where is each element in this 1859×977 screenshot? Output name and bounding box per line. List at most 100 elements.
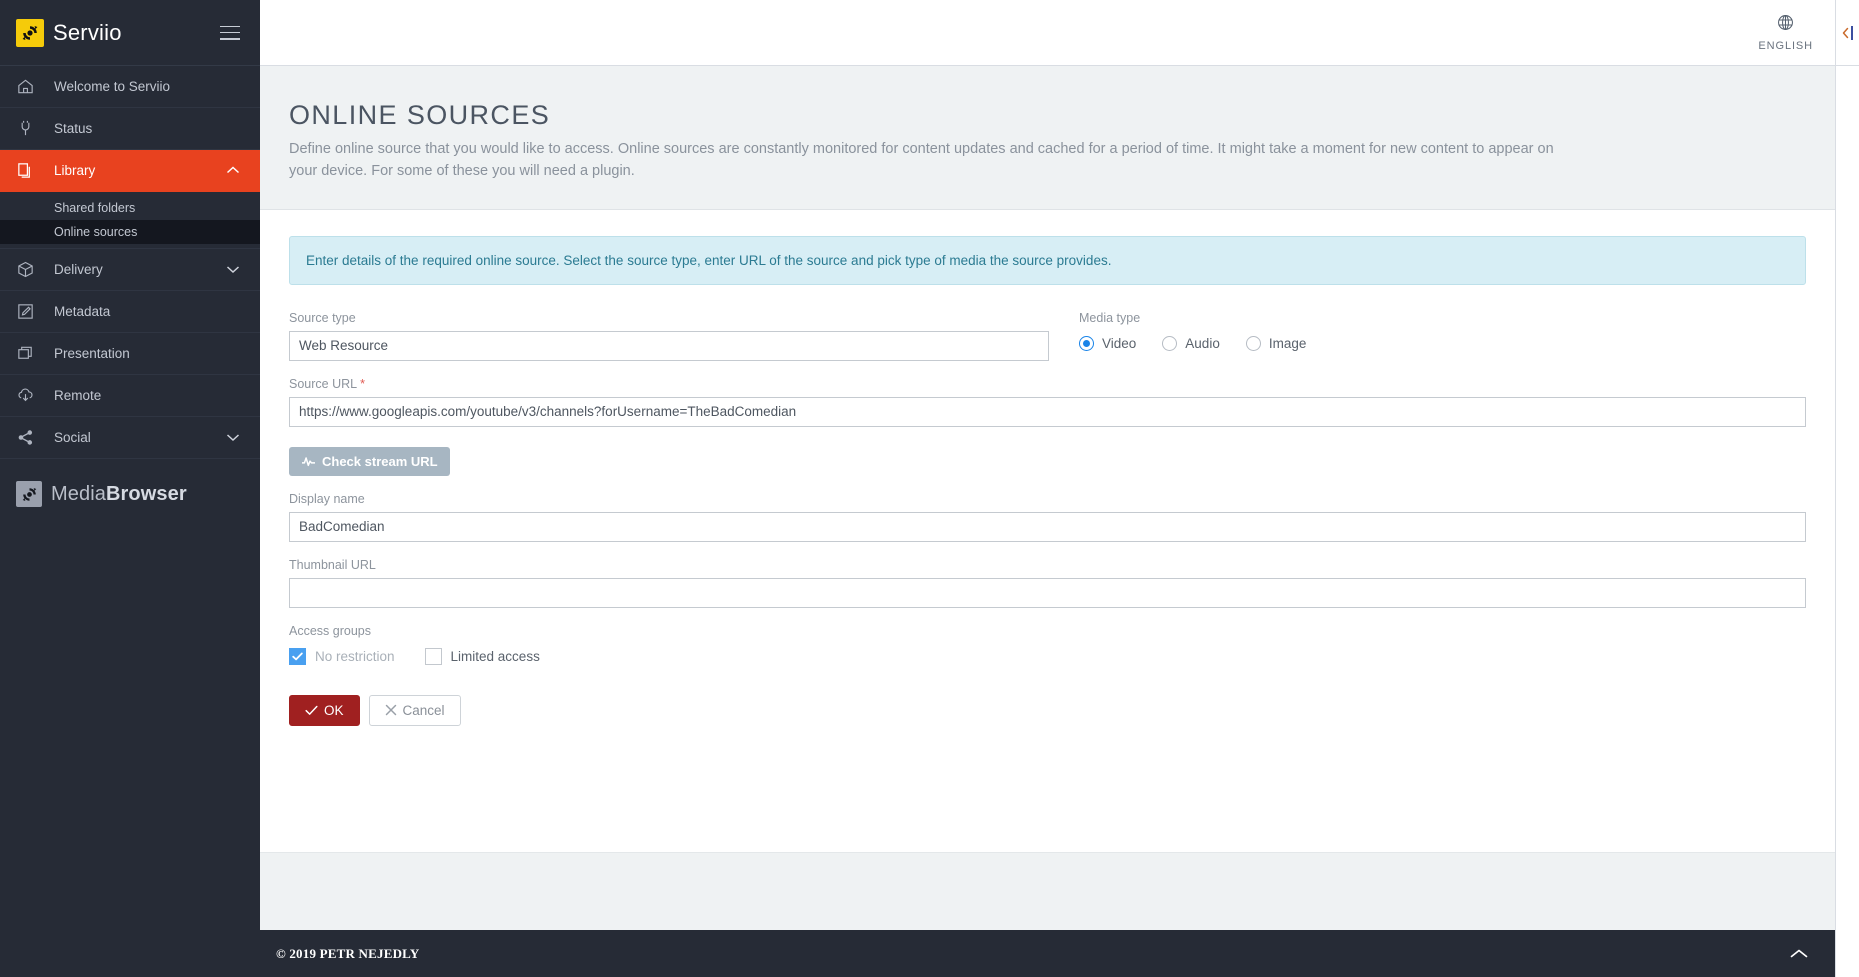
mediabrowser-link[interactable]: MediaBrowser bbox=[0, 459, 260, 529]
sidebar-spacer bbox=[0, 529, 260, 977]
content-area: Enter details of the required online sou… bbox=[260, 209, 1835, 852]
pulse-icon bbox=[301, 455, 316, 468]
chevron-down-icon bbox=[226, 430, 240, 445]
media-type-label: Media type bbox=[1079, 310, 1141, 325]
plug-icon bbox=[16, 119, 40, 138]
radio-label: Video bbox=[1102, 335, 1137, 351]
x-icon bbox=[385, 704, 397, 716]
pencil-square-icon bbox=[16, 302, 40, 321]
sidebar: Serviio Welcome to Serviio Status Librar… bbox=[0, 0, 260, 977]
radio-icon bbox=[1079, 335, 1094, 351]
sidebar-item-label: Social bbox=[54, 430, 91, 445]
right-rail-body bbox=[1836, 66, 1859, 977]
media-type-radio-group: Video Audio Image bbox=[1079, 331, 1806, 351]
main-area: ENGLISH ONLINE SOURCES Define online sou… bbox=[260, 0, 1835, 977]
media-type-option-image[interactable]: Image bbox=[1245, 335, 1306, 351]
sidebar-item-label: Delivery bbox=[54, 262, 103, 277]
source-url-field: Source URL * bbox=[289, 377, 1806, 427]
sidebar-item-label: Remote bbox=[54, 388, 102, 403]
library-icon bbox=[16, 161, 40, 180]
access-groups-field: Access groups No restriction Limited acc… bbox=[289, 624, 1806, 665]
scroll-to-top-button[interactable] bbox=[1789, 948, 1809, 960]
sidebar-item-library[interactable]: Library bbox=[0, 150, 260, 192]
sidebar-item-status[interactable]: Status bbox=[0, 108, 260, 150]
radio-icon bbox=[1162, 335, 1178, 351]
chevron-down-icon bbox=[226, 262, 240, 277]
cancel-button[interactable]: Cancel bbox=[368, 694, 461, 726]
library-subnav: Shared folders Online sources bbox=[0, 192, 260, 249]
media-type-option-audio[interactable]: Audio bbox=[1162, 335, 1220, 351]
display-name-input[interactable] bbox=[289, 511, 1806, 542]
language-selector[interactable]: ENGLISH bbox=[1736, 13, 1835, 52]
display-name-label: Display name bbox=[289, 491, 365, 506]
check-stream-url-label: Check stream URL bbox=[322, 453, 438, 469]
sidebar-item-welcome-to-serviio[interactable]: Welcome to Serviio bbox=[0, 66, 260, 108]
form-actions: OK Cancel bbox=[289, 694, 1806, 726]
mediabrowser-logo-icon bbox=[16, 481, 42, 507]
source-url-label: Source URL * bbox=[289, 377, 1806, 391]
mediabrowser-prefix: Media bbox=[51, 482, 106, 505]
collapse-bar bbox=[1851, 25, 1853, 40]
access-group-option-no-restriction[interactable]: No restriction bbox=[289, 647, 395, 665]
windows-icon bbox=[16, 344, 40, 363]
source-url-label-text: Source URL bbox=[289, 376, 357, 391]
display-name-field: Display name bbox=[289, 492, 1806, 542]
sidebar-item-label: Library bbox=[54, 163, 96, 178]
media-type-column: Media type Video Audio Image bbox=[1049, 311, 1806, 377]
page-title: ONLINE SOURCES bbox=[289, 100, 551, 130]
access-groups-checkbox-group: No restriction Limited access bbox=[289, 644, 1806, 665]
cloud-download-icon bbox=[16, 386, 40, 405]
page-header: ONLINE SOURCES Define online source that… bbox=[260, 66, 1835, 210]
sidebar-item-delivery[interactable]: Delivery bbox=[0, 249, 260, 291]
content-bottom-strip bbox=[260, 852, 1835, 930]
source-type-column: Source type bbox=[289, 311, 1049, 377]
sidebar-item-metadata[interactable]: Metadata bbox=[0, 291, 260, 333]
sidebar-item-social[interactable]: Social bbox=[0, 417, 260, 459]
app-root: Serviio Welcome to Serviio Status Librar… bbox=[0, 0, 1859, 977]
check-stream-url-button[interactable]: Check stream URL bbox=[289, 446, 450, 476]
home-icon bbox=[16, 77, 40, 96]
source-url-input[interactable] bbox=[289, 396, 1806, 427]
media-type-field: Media type Video Audio Image bbox=[1079, 311, 1806, 351]
info-alert: Enter details of the required online sou… bbox=[289, 235, 1806, 285]
checkbox-label: Limited access bbox=[450, 648, 540, 664]
sidebar-subitem-label: Online sources bbox=[54, 225, 138, 239]
access-group-option-limited-access[interactable]: Limited access bbox=[424, 647, 540, 665]
thumbnail-url-field: Thumbnail URL bbox=[289, 558, 1806, 608]
top-bar: ENGLISH bbox=[260, 0, 1835, 66]
sidebar-item-label: Presentation bbox=[54, 346, 130, 361]
checkbox-label: No restriction bbox=[315, 648, 395, 664]
mediabrowser-label: MediaBrowser bbox=[51, 483, 187, 506]
brand-name: Serviio bbox=[53, 19, 122, 45]
hamburger-icon[interactable] bbox=[220, 25, 240, 40]
source-type-input[interactable] bbox=[289, 330, 1049, 361]
copyright-text: © 2019 PETR NEJEDLY bbox=[276, 945, 420, 961]
thumbnail-url-input[interactable] bbox=[289, 577, 1806, 608]
access-groups-label: Access groups bbox=[289, 623, 371, 638]
sidebar-item-label: Status bbox=[54, 121, 93, 136]
radio-icon bbox=[1245, 335, 1261, 351]
check-icon bbox=[305, 705, 318, 716]
sidebar-subitem-label: Shared folders bbox=[54, 201, 136, 215]
footer: © 2019 PETR NEJEDLY bbox=[260, 930, 1835, 977]
sidebar-item-remote[interactable]: Remote bbox=[0, 375, 260, 417]
ok-button[interactable]: OK bbox=[289, 694, 360, 726]
mediabrowser-suffix: Browser bbox=[105, 482, 187, 505]
right-rail bbox=[1835, 0, 1859, 977]
sidebar-subitem-online-sources[interactable]: Online sources bbox=[0, 220, 260, 244]
language-label: ENGLISH bbox=[1758, 40, 1813, 52]
source-media-row: Source type Media type Video bbox=[289, 311, 1806, 377]
box-icon bbox=[16, 260, 40, 279]
serviio-logo-icon bbox=[16, 18, 44, 47]
cancel-button-label: Cancel bbox=[402, 702, 445, 718]
chevron-up-icon bbox=[226, 163, 240, 178]
sidebar-subitem-shared-folders[interactable]: Shared folders bbox=[0, 196, 260, 220]
thumbnail-url-label: Thumbnail URL bbox=[289, 557, 376, 572]
brand-header: Serviio bbox=[0, 0, 260, 66]
collapse-left-icon[interactable] bbox=[1836, 0, 1859, 66]
checkbox-icon bbox=[289, 647, 306, 665]
media-type-option-video[interactable]: Video bbox=[1079, 335, 1137, 351]
sidebar-item-presentation[interactable]: Presentation bbox=[0, 333, 260, 375]
radio-label: Audio bbox=[1185, 335, 1220, 351]
ok-button-label: OK bbox=[324, 702, 344, 718]
